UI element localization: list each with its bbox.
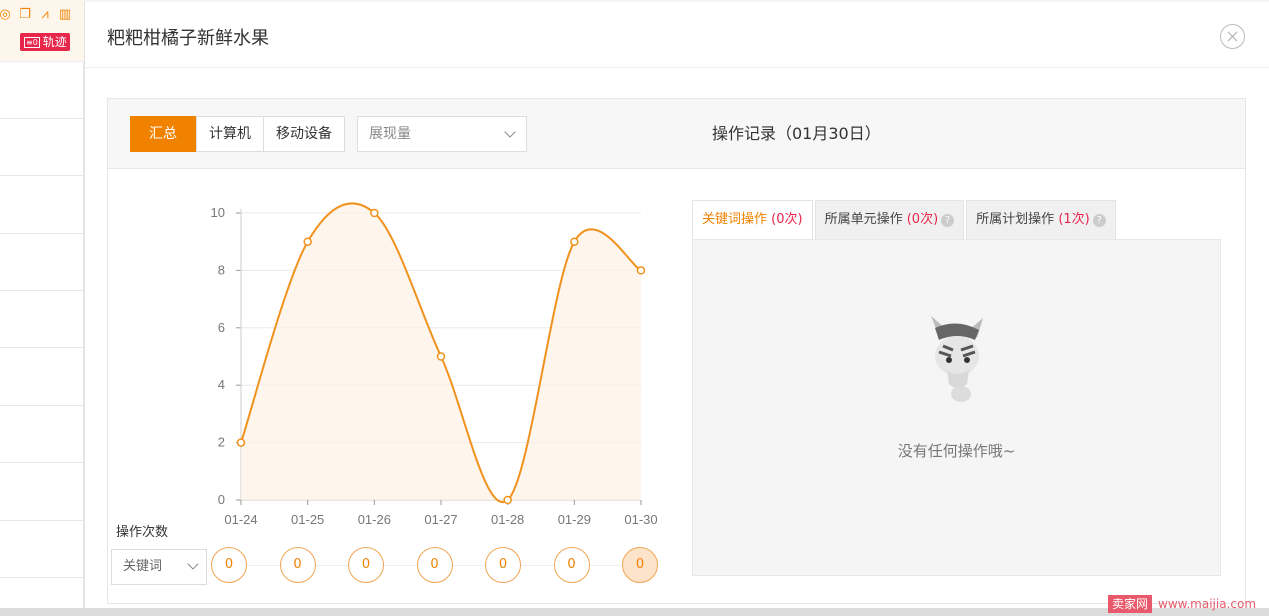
target-icon[interactable]: ◎: [0, 8, 12, 22]
row-divider: [0, 118, 84, 119]
data-point: [370, 208, 379, 218]
close-icon[interactable]: [1220, 24, 1245, 49]
track-badge[interactable]: ≡0 轨迹: [20, 33, 70, 51]
mascot-icon: [931, 316, 983, 402]
background-list: ◎ ❐ ⩘ ▥ ≡0 轨迹: [0, 0, 84, 616]
y-tick-label: 10: [211, 205, 225, 220]
help-icon[interactable]: ?: [941, 214, 955, 227]
row-divider: [0, 577, 84, 578]
row-divider: [0, 520, 84, 521]
log-tabs: 关键词操作 (0次) 所属单元操作 (0次)? 所属计划操作 (1次)?: [692, 200, 1118, 239]
chevron-down-icon: [187, 558, 199, 570]
keyword-trend-modal: 粑粑柑橘子新鲜水果 汇总 计算机 移动设备 展现量 操作记录（01月30日） 0…: [84, 2, 1269, 616]
track-icon: ≡0: [24, 37, 40, 48]
x-tick-label: 01-28: [491, 512, 524, 527]
trash-icon[interactable]: ▥: [58, 8, 72, 22]
page-scrollbar[interactable]: [0, 608, 1269, 616]
chart-icon[interactable]: ⩘: [38, 8, 52, 22]
tab-computer[interactable]: 计算机: [197, 117, 264, 151]
help-icon[interactable]: ?: [1092, 214, 1106, 227]
row-divider: [0, 233, 84, 234]
operation-type-select[interactable]: 关键词: [111, 549, 207, 585]
tab-keyword-ops[interactable]: 关键词操作 (0次): [692, 200, 813, 239]
y-tick-label: 8: [218, 262, 225, 277]
data-point: [436, 352, 446, 361]
data-point: [303, 237, 312, 246]
operation-count-circle[interactable]: 0: [279, 547, 316, 583]
metric-select-value: 展现量: [369, 126, 411, 142]
track-badge-label: 轨迹: [42, 35, 67, 49]
tab-count: (0次): [771, 212, 803, 227]
row-divider: [0, 290, 84, 291]
tab-unit-ops[interactable]: 所属单元操作 (0次)?: [814, 200, 965, 239]
operation-type-value: 关键词: [123, 559, 163, 574]
tab-count: (0次): [906, 212, 939, 227]
y-tick-label: 0: [218, 492, 225, 507]
metric-select[interactable]: 展现量: [357, 116, 527, 152]
trend-line-chart: 0 2 4 6 8 10 01-24 01-25 01-26 01-27 01-28 01-29 01-…: [211, 202, 658, 527]
tab-label: 关键词操作: [702, 212, 768, 227]
watermark-logo: 卖家网: [1108, 595, 1153, 613]
y-tick-label: 4: [218, 377, 225, 392]
copy-icon[interactable]: ❐: [18, 8, 32, 22]
trend-panel: 汇总 计算机 移动设备 展现量 操作记录（01月30日） 0 2 4 6 8 10 01-2…: [107, 98, 1246, 604]
row-divider: [0, 175, 84, 176]
log-content: 没有任何操作哦~: [692, 239, 1221, 576]
data-point: [503, 495, 512, 505]
operation-count-circle[interactable]: 0: [553, 547, 590, 583]
row-divider: [0, 347, 84, 348]
x-tick-label: 01-27: [424, 512, 457, 527]
tab-mobile[interactable]: 移动设备: [264, 117, 344, 151]
y-tick-label: 6: [218, 320, 225, 335]
x-tick-label: 01-26: [358, 512, 391, 527]
tab-plan-ops[interactable]: 所属计划操作 (1次)?: [966, 200, 1116, 239]
data-point: [636, 266, 646, 275]
modal-title: 粑粑柑橘子新鲜水果: [107, 28, 269, 49]
x-tick-label: 01-29: [558, 512, 591, 527]
operation-count-circle[interactable]: 0: [622, 547, 658, 583]
row-divider: [0, 405, 84, 406]
tab-label: 所属单元操作: [824, 212, 903, 227]
chevron-down-icon: [504, 126, 516, 138]
x-tick-label: 01-25: [291, 512, 324, 527]
data-point: [570, 237, 579, 246]
watermark-url: www.maijia.com: [1158, 597, 1257, 611]
operation-log-title: 操作记录（01月30日）: [712, 124, 881, 143]
data-point: [236, 438, 246, 447]
modal-header: 粑粑柑橘子新鲜水果: [85, 2, 1269, 68]
empty-state-text: 没有任何操作哦~: [897, 442, 1016, 460]
device-switch: 汇总 计算机 移动设备: [130, 116, 345, 152]
watermark: 卖家网 www.maijia.com: [1108, 594, 1256, 614]
tab-summary[interactable]: 汇总: [130, 116, 197, 152]
x-tick-label: 01-24: [224, 512, 257, 527]
filter-bar: 汇总 计算机 移动设备 展现量 操作记录（01月30日）: [108, 99, 1245, 169]
operation-count-circle[interactable]: 0: [485, 547, 521, 583]
operation-count-label: 操作次数: [116, 525, 169, 540]
row-divider: [0, 462, 84, 463]
x-tick-label: 01-30: [624, 512, 657, 527]
y-tick-label: 2: [218, 435, 225, 450]
operation-count-circle[interactable]: 0: [211, 547, 247, 583]
row-toolbar: ◎ ❐ ⩘ ▥: [0, 8, 72, 22]
operation-count-circle[interactable]: 0: [416, 547, 453, 583]
tab-label: 所属计划操作: [976, 212, 1055, 227]
tab-count: (1次): [1058, 212, 1090, 227]
operation-count-circle[interactable]: 0: [348, 547, 384, 583]
